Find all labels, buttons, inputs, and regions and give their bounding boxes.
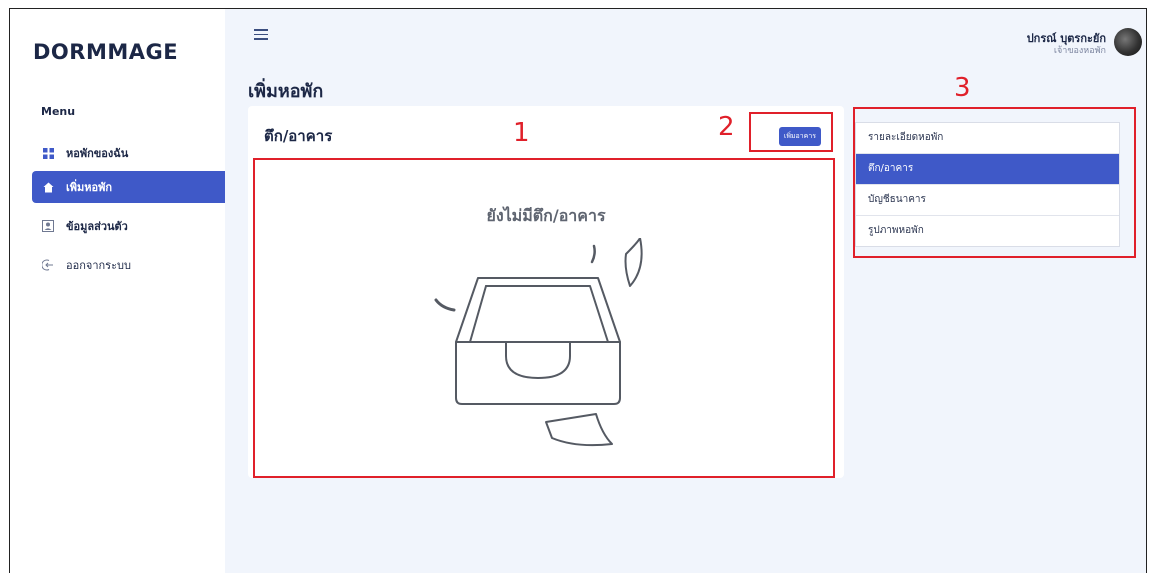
sidebar-item-label: ข้อมูลส่วนตัว — [66, 220, 128, 233]
profile-icon — [42, 220, 54, 232]
sidebar-item-add-dorm[interactable]: เพิ่มหอพัก — [32, 171, 230, 203]
annotation-number-1: 1 — [513, 118, 530, 148]
logout-icon — [42, 259, 54, 271]
sidebar-item-logout[interactable]: ออกจากระบบ — [32, 249, 230, 281]
sidebar: DORMMAGE Menu หอพักของฉัน เพิ่มหอพัก ข้อ… — [10, 9, 230, 573]
annotation-box-2 — [749, 112, 833, 152]
page-title: เพิ่มหอพัก — [248, 81, 324, 102]
sidebar-item-profile[interactable]: ข้อมูลส่วนตัว — [32, 210, 230, 242]
sidebar-item-label: ออกจากระบบ — [66, 259, 131, 272]
menu-title: Menu — [41, 105, 76, 118]
menu-toggle-icon[interactable] — [254, 29, 268, 43]
sidebar-item-label: เพิ่มหอพัก — [66, 181, 113, 194]
avatar[interactable] — [1114, 28, 1142, 56]
annotation-box-1 — [253, 158, 835, 478]
grid-icon — [42, 147, 54, 159]
sidebar-item-my-dorms[interactable]: หอพักของฉัน — [32, 137, 230, 169]
home-icon — [42, 181, 54, 193]
user-role: เจ้าของหอพัก — [1053, 46, 1106, 56]
annotation-number-3: 3 — [954, 73, 971, 103]
sidebar-item-label: หอพักของฉัน — [66, 147, 129, 160]
annotation-box-3 — [853, 107, 1136, 258]
card-title: ตึก/อาคาร — [264, 127, 333, 145]
annotation-number-2: 2 — [718, 112, 735, 142]
brand-logo: DORMMAGE — [33, 40, 179, 64]
